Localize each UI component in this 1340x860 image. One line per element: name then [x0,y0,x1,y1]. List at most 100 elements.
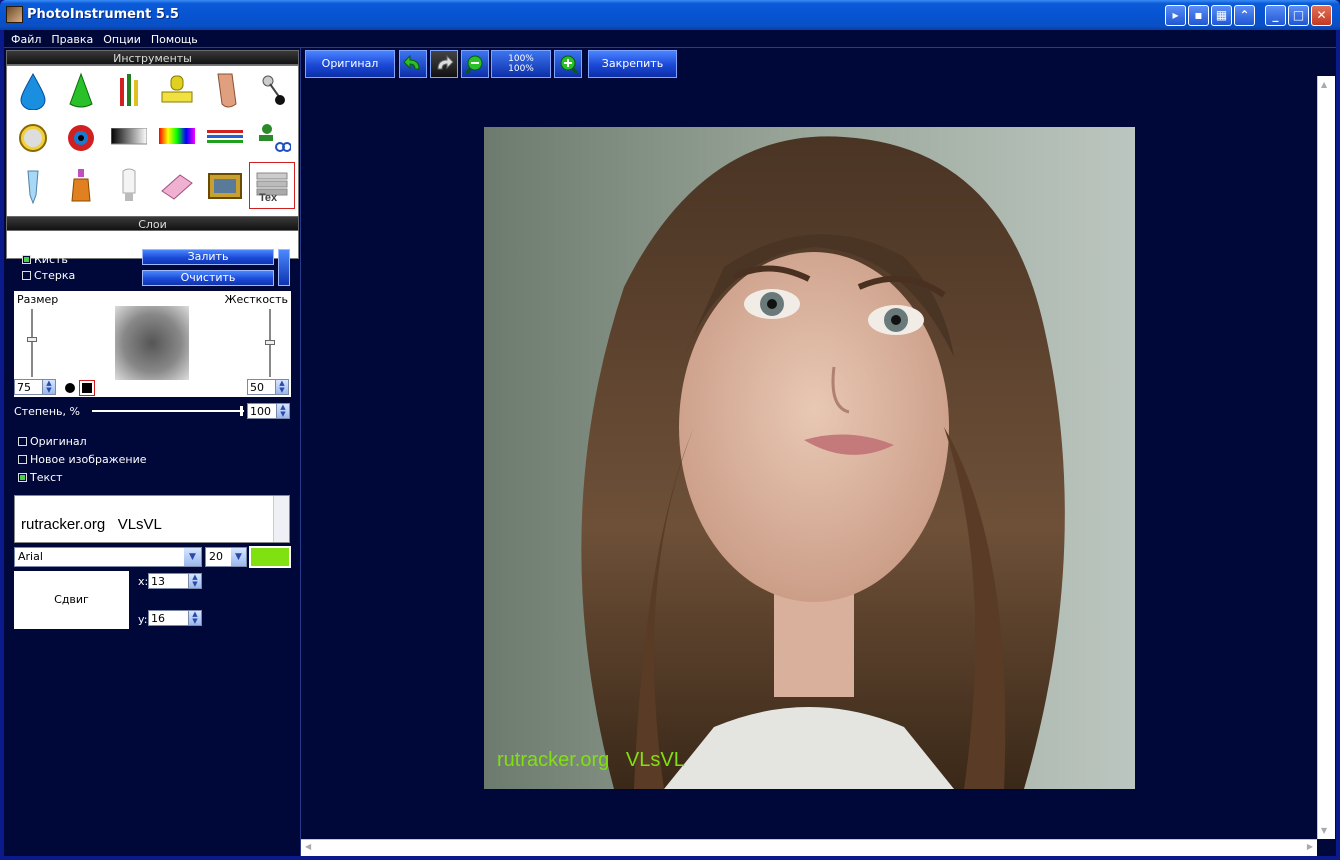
degree-slider[interactable] [92,410,244,412]
close-button[interactable]: ✕ [1311,5,1332,26]
shift-button[interactable]: Сдвиг [14,571,129,629]
window-title: PhotoInstrument 5.5 [27,7,179,22]
degree-spinner[interactable]: 100 ▲ ▼ [247,403,290,419]
menu-help[interactable]: Помощь [144,30,201,46]
scroll-up-icon[interactable]: ▲ [1321,80,1327,89]
sharpen-cone-tool[interactable] [59,69,103,113]
size-slider[interactable] [31,309,33,377]
menu-edit[interactable]: Правка [44,30,96,46]
brush-checkbox[interactable] [22,255,31,264]
font-select[interactable]: Arial ▼ [14,547,202,567]
minimize-button[interactable]: _ [1265,5,1286,26]
scissors-tool[interactable] [251,116,295,160]
skin-icon[interactable]: ▸ [1165,5,1186,26]
spin-arrows-icon[interactable]: ▲ ▼ [42,380,55,394]
finger-tool[interactable] [203,69,247,113]
round-brush-icon[interactable] [65,383,75,393]
spin-arrows-icon[interactable]: ▲ ▼ [188,611,201,625]
clear-button[interactable]: Очистить [142,270,274,286]
hardness-slider-thumb[interactable] [265,340,275,345]
zoom-100-button[interactable]: 100% 100% [491,50,551,78]
new-image-checkbox[interactable] [18,455,27,464]
gradient-tool[interactable] [107,116,151,160]
hardness-value: 50 [250,381,264,394]
size-slider-thumb[interactable] [27,337,37,342]
hardness-label: Жесткость [224,293,288,306]
mini-scroll[interactable] [278,249,290,286]
undo-icon[interactable] [399,50,427,78]
photo-canvas[interactable]: rutracker.org VLsVL [484,127,1135,789]
redo-icon[interactable] [430,50,458,78]
x-spinner[interactable]: 13 ▲ ▼ [148,573,202,589]
hardness-spinner[interactable]: 50 ▲ ▼ [247,379,289,395]
original-button[interactable]: Оригинал [305,50,395,78]
y-value: 16 [151,612,165,625]
size-value: 75 [17,381,31,394]
text-color-swatch[interactable] [249,546,291,568]
pin-button[interactable]: Закрепить [588,50,677,78]
palette-icon[interactable]: ▦ [1211,5,1232,26]
image-tool[interactable] [203,164,247,208]
scroll-left-icon[interactable]: ◀ [305,842,311,851]
app-icon [6,6,23,23]
svg-text:Tex: Tex [259,192,278,203]
degree-label: Степень, % [14,405,80,418]
spin-arrows-icon[interactable]: ▲ ▼ [275,380,288,394]
font-value: Arial [18,550,43,563]
spin-arrows-icon[interactable]: ▲ ▼ [276,404,289,418]
brush-preview [115,306,189,380]
spin-arrows-icon[interactable]: ▲ ▼ [188,574,201,588]
text-input-value: rutracker.org VLsVL [21,516,162,533]
zoom-in-icon[interactable] [554,50,582,78]
pin-tool[interactable] [251,69,295,113]
vertical-scrollbar[interactable]: ▲ ▼ [1317,76,1335,839]
chevron-down-icon[interactable]: ▼ [231,548,246,566]
main-area: Оригинал 100% 100% Закрепить ▲ ▼ ◀ ▶ rut… [300,48,1336,856]
text-label: Текст [30,471,63,484]
bottle-tool[interactable] [59,164,103,208]
x-label: x: [138,575,149,588]
blur-drop-tool[interactable] [11,69,55,113]
tray-icon[interactable]: ▪ [1188,5,1209,26]
rollup-icon[interactable]: ⌃ [1234,5,1255,26]
tube-tool[interactable] [11,164,55,208]
text-input[interactable]: rutracker.org VLsVL [14,495,290,543]
x-value: 13 [151,575,165,588]
degree-slider-thumb[interactable] [240,406,243,416]
menu-file[interactable]: Файл [4,30,44,46]
eraser-label: Стерка [34,269,76,282]
tools-panel-title: Инструменты [6,50,299,65]
title-bar[interactable]: PhotoInstrument 5.5 ▸ ▪ ▦ ⌃ _ □ ✕ [0,0,1340,30]
red-eye-tool[interactable] [59,116,103,160]
text-checkbox[interactable] [18,473,27,482]
horizontal-scrollbar[interactable]: ◀ ▶ [301,839,1317,856]
app-window: PhotoInstrument 5.5 ▸ ▪ ▦ ⌃ _ □ ✕ Файл Пр… [0,0,1340,860]
original-checkbox[interactable] [18,437,27,446]
brush-settings-box: Размер Жесткость 75 ▲ ▼ 50 ▲ ▼ [14,291,291,397]
clock-tool[interactable] [11,116,55,160]
zoom-out-icon[interactable] [461,50,489,78]
y-spinner[interactable]: 16 ▲ ▼ [148,610,202,626]
maximize-button[interactable]: □ [1288,5,1309,26]
scroll-down-icon[interactable]: ▼ [1321,826,1327,835]
font-size-select[interactable]: 20 ▼ [205,547,247,567]
color-lines-tool[interactable] [203,116,247,160]
chevron-down-icon[interactable]: ▼ [184,548,201,566]
menu-options[interactable]: Опции [96,30,144,46]
zoom-100-bottom: 100% [508,64,534,74]
square-brush-icon[interactable] [79,380,95,396]
eraser-tool[interactable] [155,164,199,208]
scroll-right-icon[interactable]: ▶ [1307,842,1313,851]
eraser-checkbox[interactable] [22,271,31,280]
size-spinner[interactable]: 75 ▲ ▼ [14,379,56,395]
fill-button[interactable]: Залить [142,249,274,265]
lamp-tool[interactable] [107,164,151,208]
stamp-tool[interactable] [155,69,199,113]
text-layers-tool[interactable]: Tex [249,162,295,209]
menu-bar: Файл Правка Опции Помощь [4,30,1336,48]
text-scrollbar[interactable] [273,496,289,542]
degree-value: 100 [250,405,271,418]
pencils-tool[interactable] [107,69,151,113]
left-panel: Инструменты Tex Слои Режим Кисть Стерка … [4,48,300,856]
spectrum-tool[interactable] [155,116,199,160]
